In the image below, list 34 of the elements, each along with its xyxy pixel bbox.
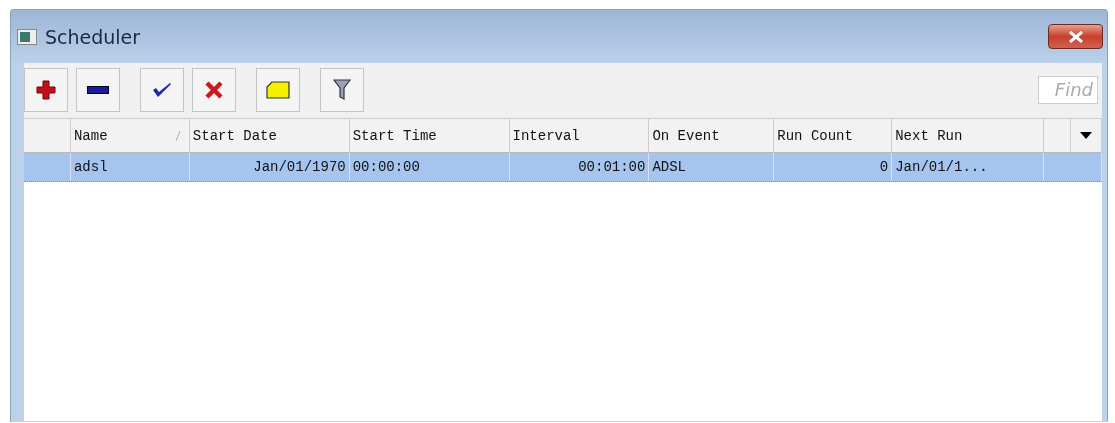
filter-icon [333,78,351,101]
search-field[interactable]: Find [1038,75,1098,104]
checkmark-icon [152,81,172,98]
table-cell: Jan/01/1970 [253,159,346,175]
table-cell: Jan/01/1... [895,159,988,175]
close-icon [1067,30,1084,43]
filter-button[interactable] [320,67,364,112]
column-header[interactable]: Run Count [774,119,893,152]
minus-icon [87,85,109,94]
enable-button[interactable] [140,67,184,112]
remove-button[interactable] [76,67,120,112]
table-cell: adsl [73,159,108,175]
window-title: Scheduler [45,25,141,48]
comment-button[interactable] [256,67,300,112]
disable-button[interactable] [192,67,236,112]
plus-icon [36,79,56,100]
table-row[interactable]: adsl Jan/01/1970 00:00:00 00:01:00 ADSL 0 Jan/01/1... [24,153,1102,182]
cross-icon [205,80,223,99]
column-header[interactable]: Next Run [892,119,1045,152]
note-icon [266,80,290,99]
column-header[interactable]: Start Time [349,119,510,152]
close-button[interactable] [1048,24,1103,49]
column-header[interactable]: Interval [509,119,650,152]
window-icon [17,28,37,45]
add-button[interactable] [24,67,68,112]
column-header[interactable]: Start Date [189,119,350,152]
table-cell: 0 [879,159,889,175]
column-header[interactable]: On Event [649,119,775,152]
table-cell: 00:01:00 [578,159,646,175]
column-header[interactable]: Name [70,119,190,152]
table-cell: 00:00:00 [352,159,420,175]
sort-indicator-icon [174,131,181,141]
table-cell: ADSL [652,159,686,175]
dropdown-arrow-icon[interactable] [1080,132,1092,139]
